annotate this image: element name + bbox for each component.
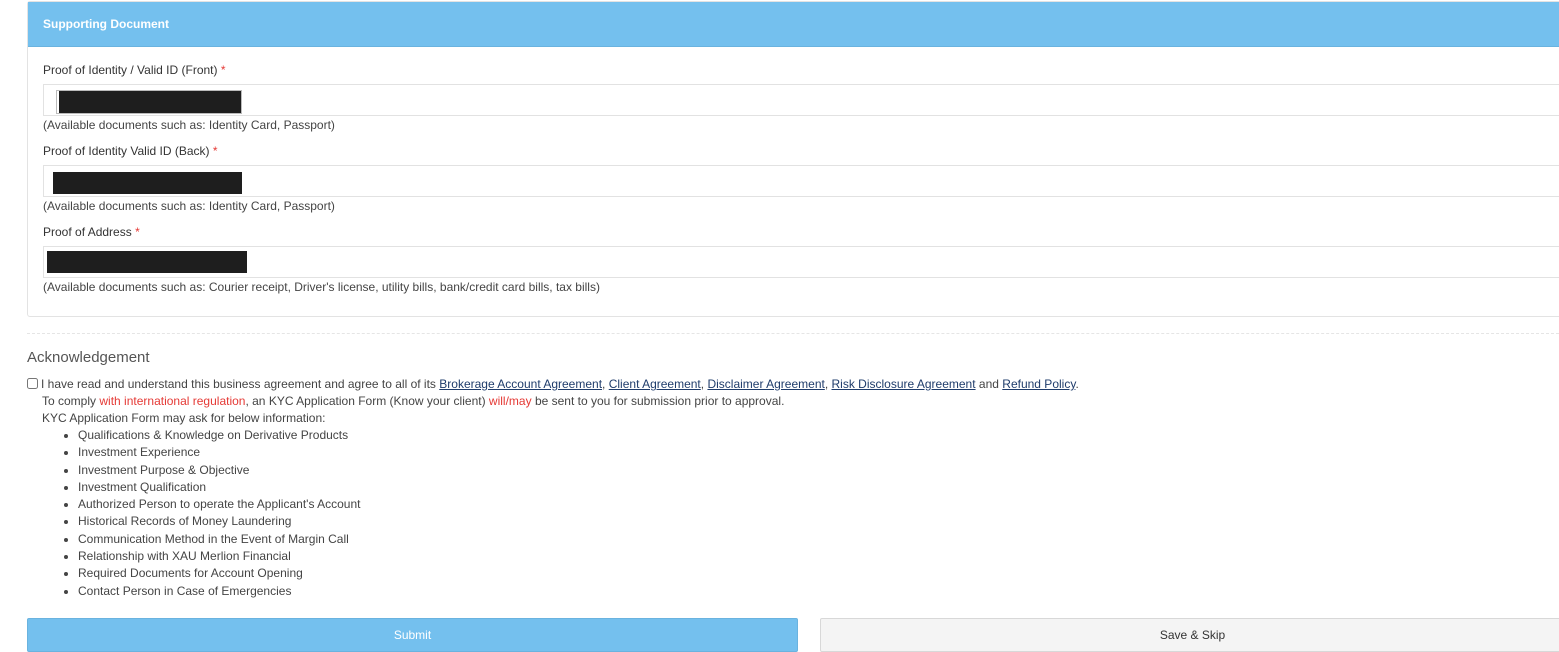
list-item: Authorized Person to operate the Applica…	[78, 496, 784, 513]
list-item: Contact Person in Case of Emergencies	[78, 583, 784, 600]
field-hint: (Available documents such as: Identity C…	[43, 199, 335, 213]
kyc-list: Qualifications & Knowledge on Derivative…	[42, 427, 784, 600]
file-upload-input[interactable]	[43, 165, 1559, 197]
field-label: Proof of Address	[43, 225, 132, 239]
file-upload-input[interactable]	[43, 246, 1559, 278]
list-item: Relationship with XAU Merlion Financial	[78, 548, 784, 565]
list-item: Communication Method in the Event of Mar…	[78, 531, 784, 548]
proof-address-field: Proof of Address * (Available documents …	[43, 224, 1559, 295]
submit-button[interactable]: Submit	[27, 618, 798, 652]
redacted-filename	[56, 90, 242, 114]
list-item: Investment Experience	[78, 444, 784, 461]
client-agreement-link[interactable]: Client Agreement	[609, 377, 701, 391]
will-may-highlight: will/may	[488, 394, 532, 408]
kyc-info: To comply with international regulation,…	[42, 393, 784, 600]
list-item: Historical Records of Money Laundering	[78, 513, 784, 530]
section-divider	[27, 333, 1559, 334]
list-item: Investment Purpose & Objective	[78, 462, 784, 479]
kyc-intro: KYC Application Form may ask for below i…	[42, 411, 326, 425]
field-label: Proof of Identity Valid ID (Back)	[43, 144, 210, 158]
regulation-highlight: with international regulation	[99, 394, 246, 408]
supporting-document-panel: Supporting Document Proof of Identity / …	[27, 1, 1559, 317]
disclaimer-agreement-link[interactable]: Disclaimer Agreement	[707, 377, 824, 391]
and-text: and	[978, 377, 999, 391]
save-skip-button[interactable]: Save & Skip	[820, 618, 1559, 652]
refund-policy-link[interactable]: Refund Policy	[1002, 377, 1075, 391]
agree-checkbox[interactable]	[27, 378, 38, 389]
panel-title: Supporting Document	[28, 2, 1559, 47]
proof-identity-front-field: Proof of Identity / Valid ID (Front) * (…	[43, 62, 1559, 133]
list-item: Required Documents for Account Opening	[78, 565, 784, 582]
agree-text: I have read and understand this business…	[41, 377, 436, 391]
redacted-filename	[53, 172, 242, 194]
comply-text: To comply with international regulation,…	[42, 394, 785, 408]
period-text: .	[1075, 377, 1079, 391]
agreement-row: I have read and understand this business…	[27, 376, 1079, 392]
proof-identity-back-field: Proof of Identity Valid ID (Back) * (Ava…	[43, 143, 1559, 214]
required-mark: *	[220, 63, 226, 77]
field-hint: (Available documents such as: Identity C…	[43, 118, 335, 132]
list-item: Qualifications & Knowledge on Derivative…	[78, 427, 784, 444]
field-label: Proof of Identity / Valid ID (Front)	[43, 63, 218, 77]
list-item: Investment Qualification	[78, 479, 784, 496]
risk-disclosure-link[interactable]: Risk Disclosure Agreement	[832, 377, 976, 391]
redacted-filename	[47, 251, 247, 273]
field-hint: (Available documents such as: Courier re…	[43, 280, 600, 294]
required-mark: *	[212, 144, 218, 158]
acknowledgement-title: Acknowledgement	[27, 349, 150, 366]
required-mark: *	[135, 225, 140, 239]
file-upload-input[interactable]	[43, 84, 1559, 116]
brokerage-agreement-link[interactable]: Brokerage Account Agreement	[439, 377, 602, 391]
